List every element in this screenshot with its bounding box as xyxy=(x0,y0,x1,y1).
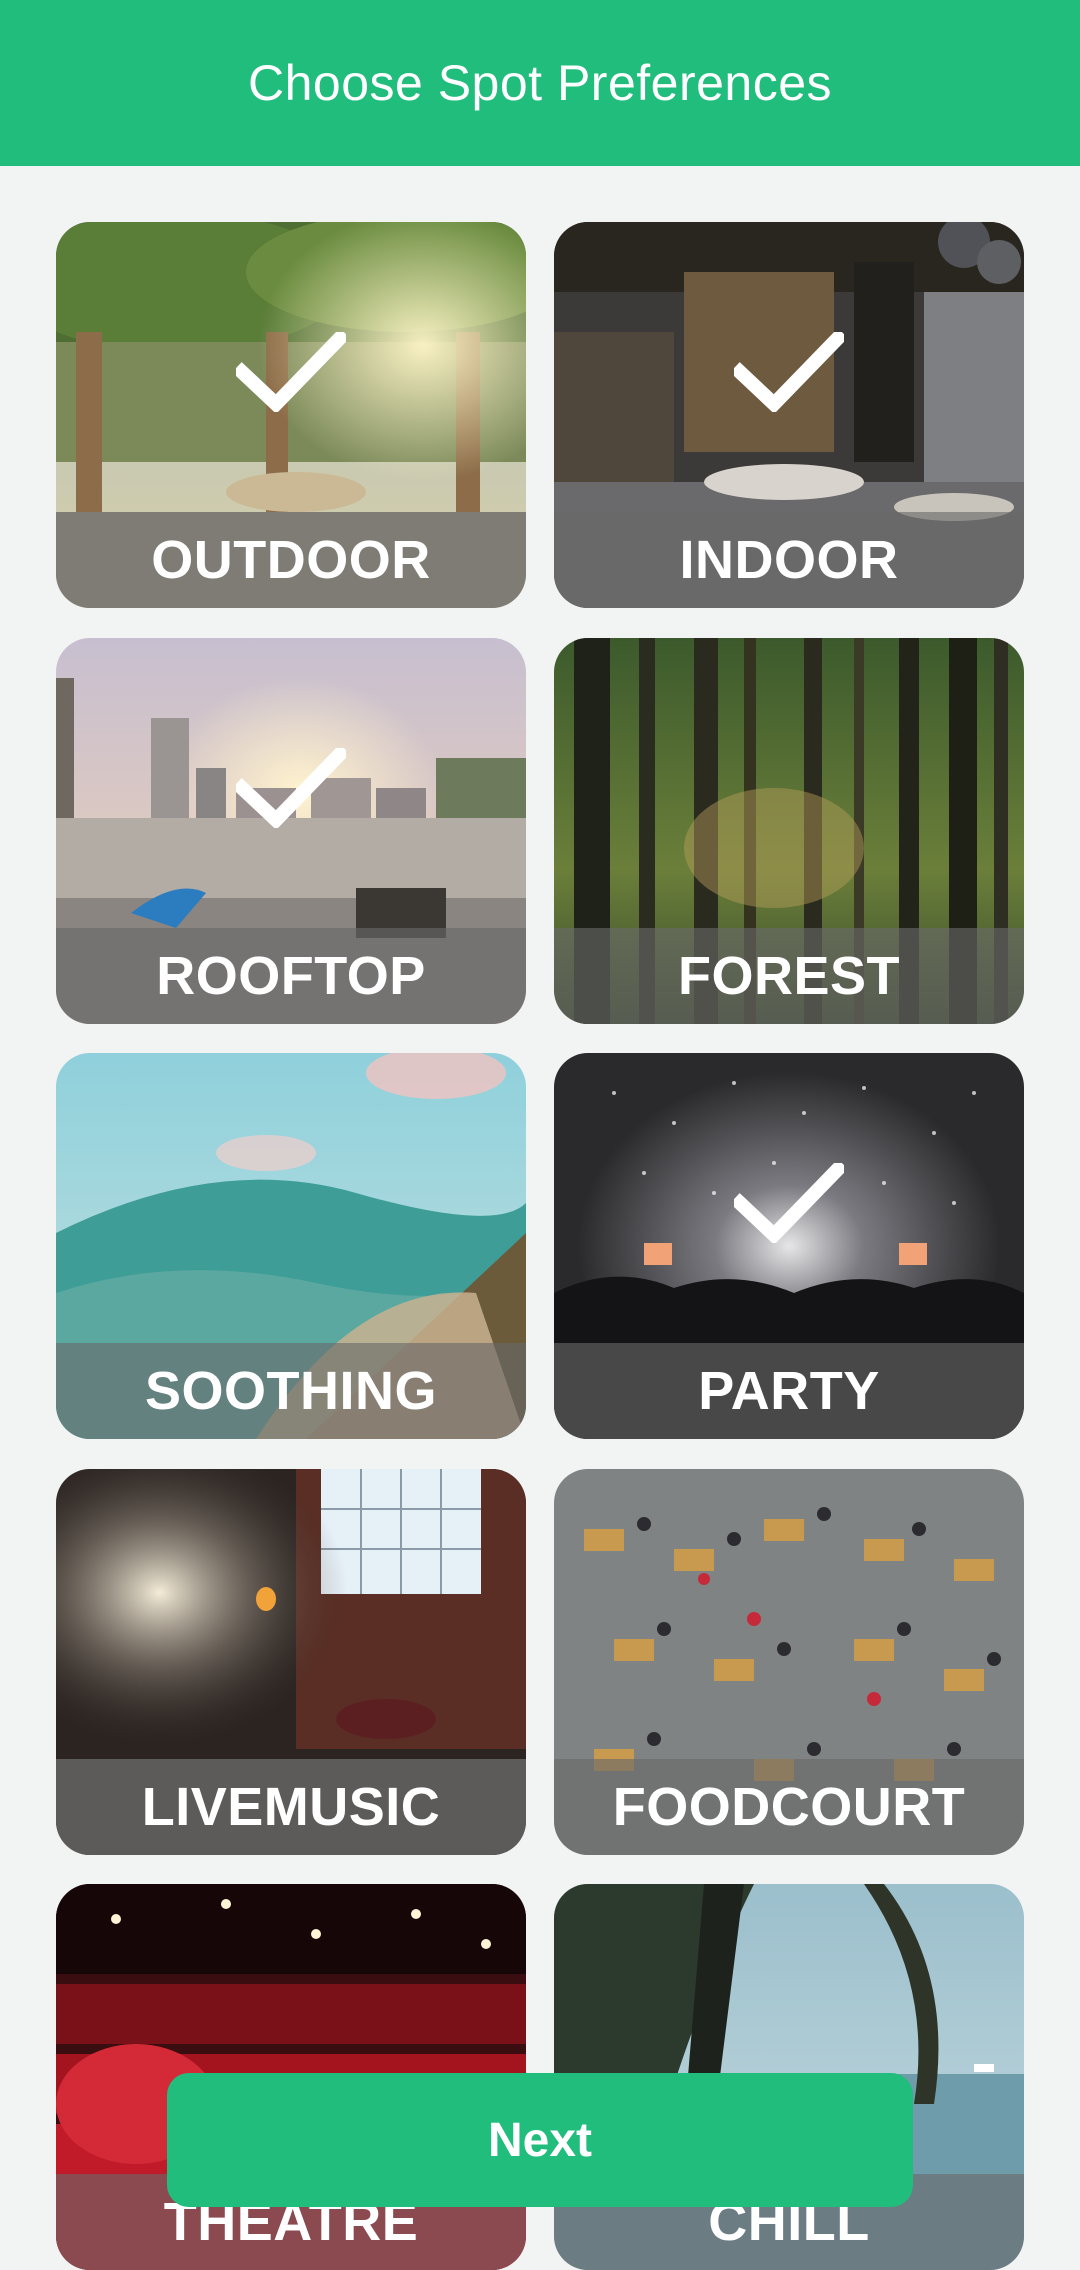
spot-card-livemusic[interactable]: LIVEMUSIC xyxy=(56,1469,526,1855)
spot-card-forest[interactable]: FOREST xyxy=(554,638,1024,1024)
spot-card-rooftop[interactable]: ROOFTOP xyxy=(56,638,526,1024)
spot-card-party[interactable]: PARTY xyxy=(554,1053,1024,1439)
spot-label: SOOTHING xyxy=(144,1361,437,1421)
spot-card-indoor[interactable]: INDOOR xyxy=(554,222,1024,608)
spot-label: INDOOR xyxy=(679,530,899,590)
check-icon xyxy=(236,748,346,828)
check-icon xyxy=(734,332,844,412)
spot-label: LIVEMUSIC xyxy=(141,1777,441,1837)
next-button[interactable]: Next xyxy=(167,2073,913,2207)
spot-label-band: FOREST xyxy=(554,928,1024,1024)
check-icon xyxy=(734,1163,844,1243)
spot-label: FOREST xyxy=(677,946,900,1006)
spot-label-band: PARTY xyxy=(554,1343,1024,1439)
spot-label: ROOFTOP xyxy=(156,946,426,1006)
spot-label-band: INDOOR xyxy=(554,512,1024,608)
spot-label-band: ROOFTOP xyxy=(56,928,526,1024)
spot-card-outdoor[interactable]: OUTDOOR xyxy=(56,222,526,608)
spot-label-band: FOODCOURT xyxy=(554,1759,1024,1855)
spot-label: PARTY xyxy=(698,1361,880,1421)
spot-label-band: OUTDOOR xyxy=(56,512,526,608)
spot-card-foodcourt[interactable]: FOODCOURT xyxy=(554,1469,1024,1855)
check-icon xyxy=(236,332,346,412)
spot-label: OUTDOOR xyxy=(151,530,431,590)
spot-label: FOODCOURT xyxy=(612,1777,966,1837)
spot-card-soothing[interactable]: SOOTHING xyxy=(56,1053,526,1439)
spot-grid: OUTDOOR INDOOR ROOFTOP FOREST SOOTHING P… xyxy=(0,0,1080,2270)
spot-label-band: SOOTHING xyxy=(56,1343,526,1439)
spot-label-band: LIVEMUSIC xyxy=(56,1759,526,1855)
